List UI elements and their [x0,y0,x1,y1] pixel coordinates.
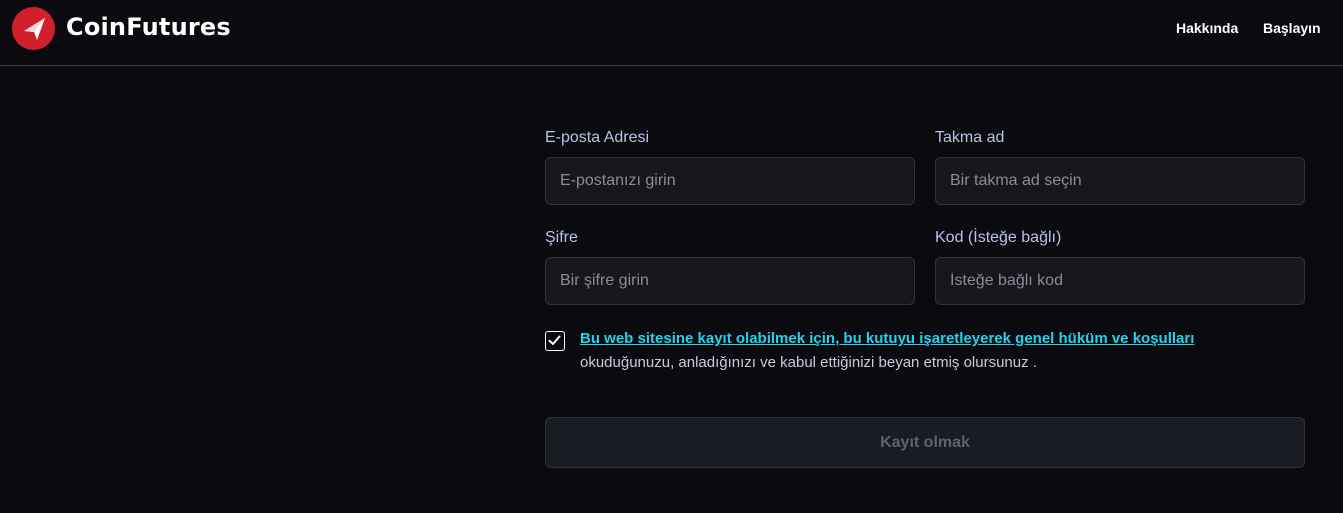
coinfutures-logo-icon[interactable] [12,7,55,50]
optional-code-field[interactable] [935,257,1305,305]
terms-checkbox[interactable] [545,331,565,351]
nav-get-started-link[interactable]: Başlayın [1263,20,1321,36]
nickname-label: Takma ad [935,129,1005,146]
terms-statement: okuduğunuzu, anladığınızı ve kabul ettiğ… [580,354,1037,371]
email-label: E-posta Adresi [545,129,650,146]
top-header: CoinFutures Hakkında Başlayın [0,0,1343,66]
nav-about-link[interactable]: Hakkında [1176,20,1238,36]
code-label: Kod (İsteğe bağlı) [935,229,1062,246]
terms-link[interactable]: Bu web sitesine kayıt olabilmek için, bu… [580,330,1194,347]
nickname-field[interactable] [935,157,1305,205]
email-field[interactable] [545,157,915,205]
checkmark-icon [548,335,561,345]
register-button[interactable]: Kayıt olmak [545,417,1305,468]
password-field[interactable] [545,257,915,305]
password-label: Şifre [545,229,578,246]
brand-name[interactable]: CoinFutures [66,13,231,41]
